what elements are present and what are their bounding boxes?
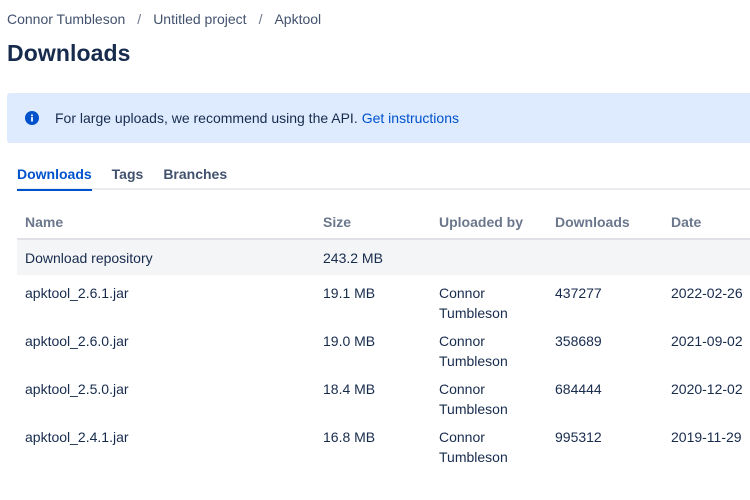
- download-count: 995312: [555, 429, 602, 445]
- column-header-downloads[interactable]: Downloads: [547, 205, 663, 240]
- repository-size: 243.2 MB: [315, 239, 431, 275]
- tab-downloads[interactable]: Downloads: [17, 163, 92, 191]
- breadcrumb: Connor Tumbleson / Untitled project / Ap…: [7, 11, 321, 27]
- column-header-uploaded-by[interactable]: Uploaded by: [431, 205, 547, 240]
- banner-text: For large uploads, we recommend using th…: [55, 110, 358, 126]
- breadcrumb-separator: /: [258, 11, 263, 27]
- uploader-first-name: Connor: [439, 285, 485, 301]
- table-row: apktool_2.6.0.jar 19.0 MB Connor Tumbleso…: [17, 323, 750, 371]
- download-repository-row[interactable]: Download repository 243.2 MB: [17, 239, 750, 275]
- breadcrumb-item-repository[interactable]: Apktool: [274, 11, 321, 27]
- upload-date: 2022-02-26: [671, 285, 743, 301]
- file-size: 18.4 MB: [323, 381, 376, 397]
- uploader-last-name: Tumbleson: [439, 449, 508, 465]
- uploader-last-name: Tumbleson: [439, 401, 508, 417]
- breadcrumb-item-project[interactable]: Untitled project: [153, 11, 246, 27]
- upload-date: 2020-12-02: [671, 381, 743, 397]
- uploader-first-name: Connor: [439, 429, 485, 445]
- page: Connor Tumbleson / Untitled project / Ap…: [0, 0, 750, 500]
- file-name-link[interactable]: apktool_2.6.0.jar: [17, 323, 315, 371]
- file-size: 19.0 MB: [323, 333, 376, 349]
- breadcrumb-item-owner[interactable]: Connor Tumbleson: [7, 11, 125, 27]
- info-icon: [25, 111, 39, 125]
- download-count: 684444: [555, 381, 602, 397]
- uploader-first-name: Connor: [439, 333, 485, 349]
- upload-date: 2019-11-29: [671, 429, 742, 445]
- download-count: 358689: [555, 333, 602, 349]
- uploader: Connor Tumbleson: [431, 419, 547, 467]
- table-row: apktool_2.6.1.jar 19.1 MB Connor Tumbleso…: [17, 275, 750, 323]
- tab-bar: Downloads Tags Branches: [17, 163, 750, 191]
- downloads-table: Name Size Uploaded by Downloads Date Dow…: [17, 205, 750, 467]
- table-row: apktool_2.5.0.jar 18.4 MB Connor Tumbleso…: [17, 371, 750, 419]
- column-header-name[interactable]: Name: [17, 205, 315, 240]
- file-name-link[interactable]: apktool_2.5.0.jar: [17, 371, 315, 419]
- info-banner: For large uploads, we recommend using th…: [7, 93, 750, 143]
- uploader-last-name: Tumbleson: [439, 305, 508, 321]
- download-count: 437277: [555, 285, 602, 301]
- uploader: Connor Tumbleson: [431, 371, 547, 419]
- table-header-row: Name Size Uploaded by Downloads Date: [17, 205, 750, 240]
- uploader-first-name: Connor: [439, 381, 485, 397]
- repository-uploader: [431, 239, 547, 275]
- upload-date: 2021-09-02: [671, 333, 743, 349]
- column-header-size[interactable]: Size: [315, 205, 431, 240]
- uploader-last-name: Tumbleson: [439, 353, 508, 369]
- get-instructions-link[interactable]: Get instructions: [362, 110, 459, 126]
- page-title: Downloads: [7, 40, 131, 66]
- breadcrumb-separator: /: [137, 11, 142, 27]
- tab-branches[interactable]: Branches: [163, 163, 227, 188]
- file-name-link[interactable]: apktool_2.4.1.jar: [17, 419, 315, 467]
- file-name-link[interactable]: apktool_2.6.1.jar: [17, 275, 315, 323]
- uploader: Connor Tumbleson: [431, 275, 547, 323]
- column-header-date[interactable]: Date: [663, 205, 750, 240]
- download-repository-link[interactable]: Download repository: [17, 239, 315, 275]
- tab-tags[interactable]: Tags: [112, 163, 144, 188]
- file-size: 19.1 MB: [323, 285, 376, 301]
- repository-date: [663, 239, 750, 275]
- file-size: 16.8 MB: [323, 429, 376, 445]
- uploader: Connor Tumbleson: [431, 323, 547, 371]
- table-row: apktool_2.4.1.jar 16.8 MB Connor Tumbleso…: [17, 419, 750, 467]
- repository-downloads: [547, 239, 663, 275]
